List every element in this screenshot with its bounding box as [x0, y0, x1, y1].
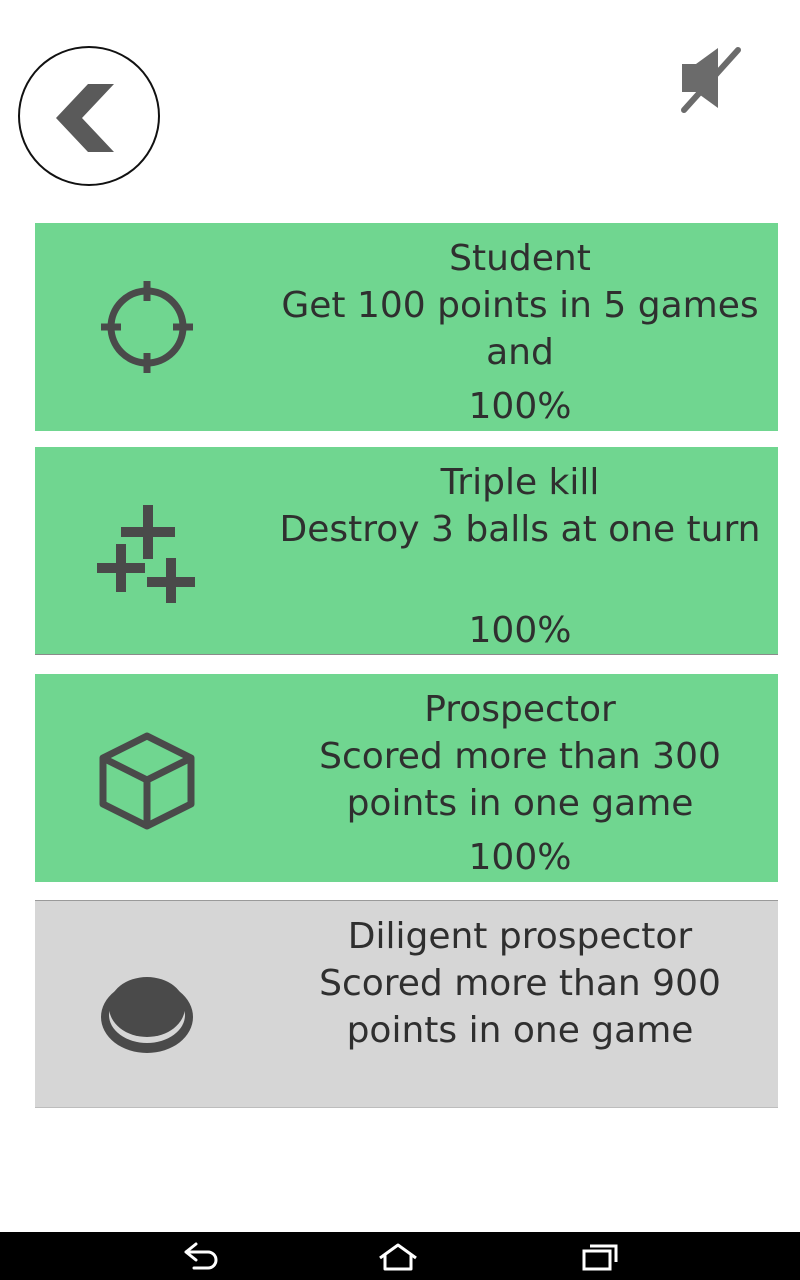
- achievement-progress: 100%: [468, 386, 572, 427]
- mute-toggle-button[interactable]: [674, 42, 746, 118]
- nav-recents-button[interactable]: [580, 1242, 620, 1272]
- achievement-text: Prospector Scored more than 300 points i…: [275, 686, 765, 827]
- achievements-screen: Student Get 100 points in 5 games and 10…: [0, 0, 800, 1280]
- achievement-description: Scored more than 900 points in one game: [319, 963, 721, 1051]
- speaker-muted-icon: [681, 47, 741, 113]
- achievement-description: Get 100 points in 5 games and: [281, 285, 759, 373]
- achievement-title: Student: [449, 238, 591, 279]
- button-icon: [95, 957, 199, 1057]
- back-button[interactable]: [18, 46, 160, 186]
- nav-back-button[interactable]: [180, 1242, 220, 1272]
- achievement-text: Student Get 100 points in 5 games and: [275, 235, 765, 376]
- achievement-card: Prospector Scored more than 300 points i…: [35, 674, 778, 882]
- system-navigation-bar: [0, 1232, 800, 1280]
- achievement-card: Student Get 100 points in 5 games and 10…: [35, 223, 778, 431]
- cube-icon: [95, 730, 199, 830]
- achievement-card: Diligent prospector Scored more than 900…: [35, 900, 778, 1108]
- achievement-progress: 100%: [468, 837, 572, 878]
- achievement-title: Prospector: [424, 689, 616, 730]
- achievement-progress: 100%: [468, 610, 572, 651]
- crosshair-icon: [95, 279, 199, 379]
- achievement-description: Scored more than 300 points in one game: [319, 736, 721, 824]
- nav-recents-icon: [582, 1244, 618, 1271]
- nav-back-icon: [184, 1242, 218, 1270]
- achievement-text: Diligent prospector Scored more than 900…: [275, 913, 765, 1054]
- nav-home-button[interactable]: [378, 1242, 418, 1272]
- nav-home-icon: [379, 1243, 417, 1271]
- achievement-title: Triple kill: [440, 462, 600, 503]
- achievement-title: Diligent prospector: [347, 916, 693, 957]
- achievement-card: Triple kill Destroy 3 balls at one turn …: [35, 447, 778, 655]
- chevron-left-icon: [56, 84, 114, 152]
- achievement-description: Destroy 3 balls at one turn: [279, 509, 761, 550]
- achievement-text: Triple kill Destroy 3 balls at one turn: [275, 459, 765, 553]
- triple-plus-icon: [95, 503, 199, 606]
